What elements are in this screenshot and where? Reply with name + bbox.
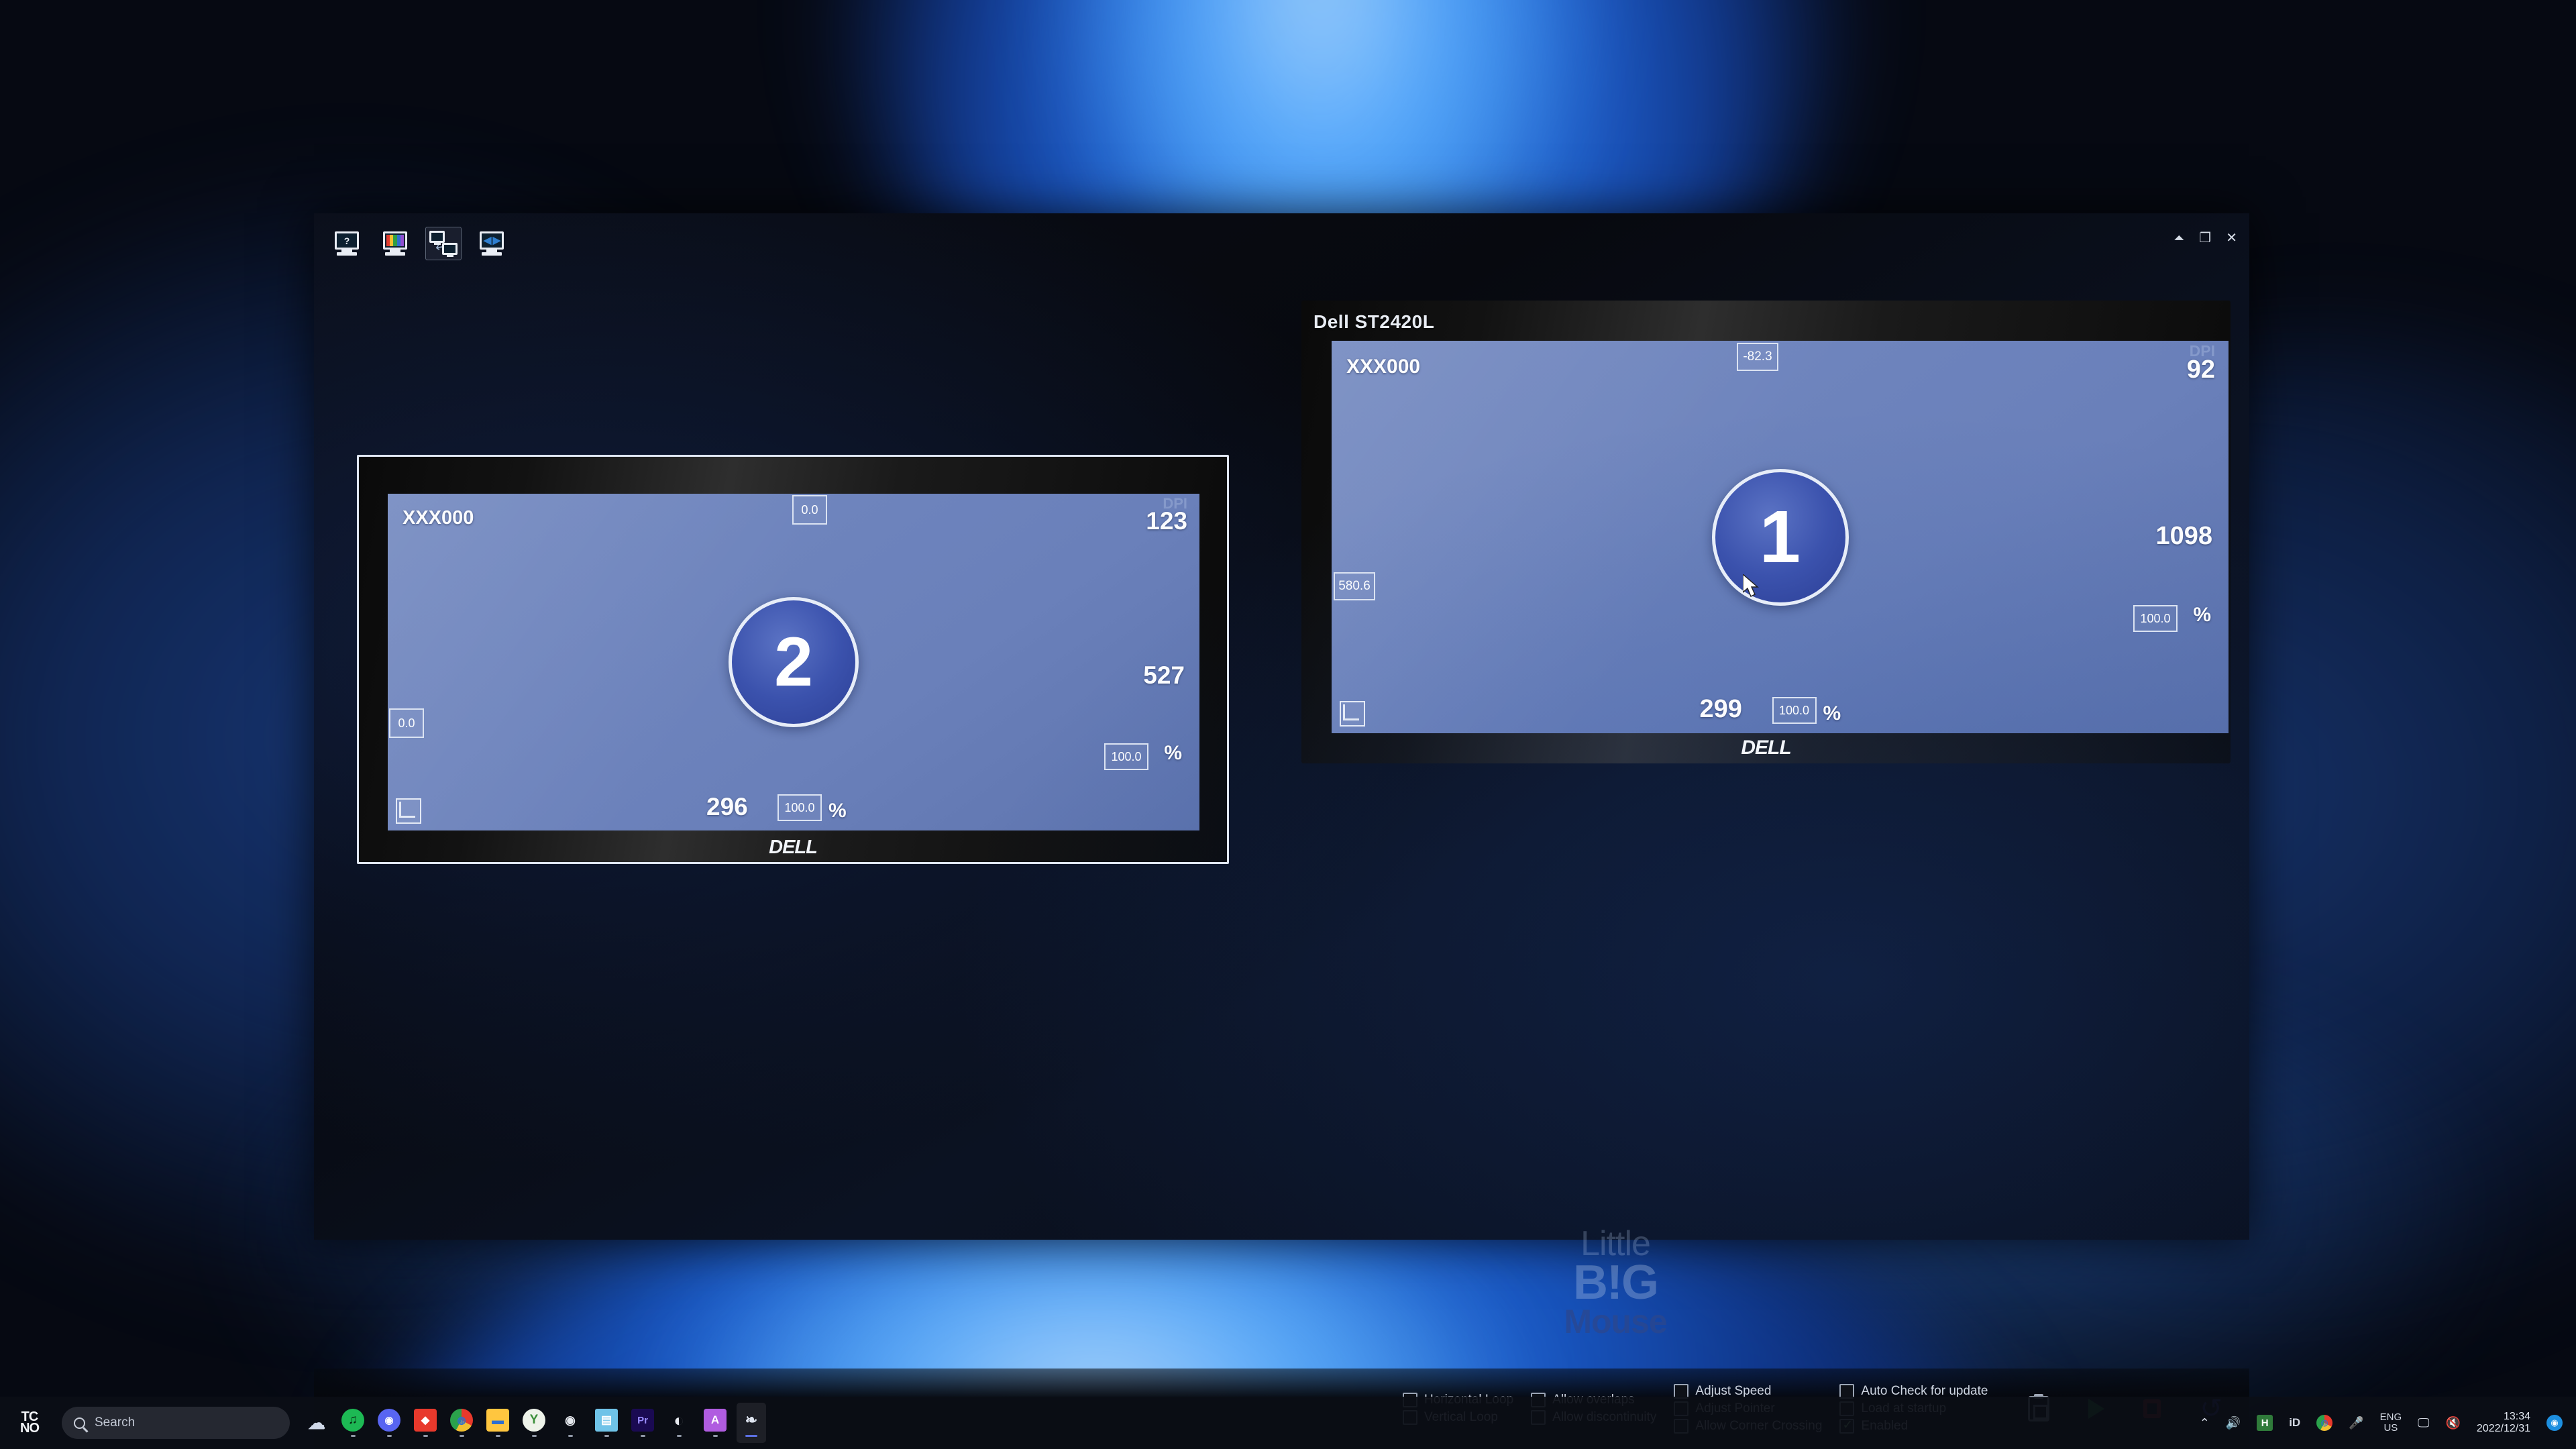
mute-icon[interactable]: 🔇 [2446, 1416, 2461, 1430]
toolbar-monitor-sides-button[interactable]: ◀ ▶ [474, 227, 510, 260]
main-toolbar: ? ↙ ◀ ▶ [329, 227, 510, 260]
search-icon [74, 1417, 85, 1429]
toolbar-monitor-colorbars-button[interactable] [377, 227, 413, 260]
minimize-icon[interactable]: ⏶ [2174, 231, 2184, 244]
clock-date: 2022/12/31 [2476, 1423, 2530, 1434]
opera-icon: ◐ [674, 1409, 684, 1430]
windows-taskbar: TC NO Search ☁ ♫ ◉ ◆ ◍ ▬ Y ◉ ▤ Pr ◐ A ❧ … [0, 1397, 2576, 1449]
taskbar-item-creative[interactable]: A [700, 1403, 730, 1443]
health-app-icon[interactable]: H [2257, 1415, 2273, 1431]
premiere-icon: Pr [631, 1409, 654, 1432]
close-icon[interactable]: ✕ [2226, 231, 2237, 244]
monitor-colorbars-icon [382, 231, 409, 256]
search-placeholder: Search [95, 1415, 136, 1430]
monitor-1-number-badge[interactable]: 1 [1711, 468, 1849, 606]
monitor-1-resize-handle-icon[interactable] [1340, 701, 1365, 727]
monitor-panel-1[interactable]: Dell ST2420L XXX000 DPI 92 -82.3 580.6 1… [1301, 301, 2231, 763]
monitor-1-height-value: 299 [1699, 695, 1742, 723]
notes-icon: ▤ [595, 1409, 618, 1432]
taskbar-item-opera[interactable]: ◐ [664, 1403, 694, 1443]
start-button[interactable]: TC NO [12, 1405, 47, 1440]
clock[interactable]: 13:34 2022/12/31 [2477, 1411, 2530, 1436]
monitor-2-height-percent-field[interactable]: 100.0 [777, 794, 822, 821]
creative-icon: A [704, 1409, 727, 1432]
toolbar-monitor-identify-button[interactable]: ? [329, 227, 365, 260]
monitor-1-dpi-value: 92 [2186, 356, 2215, 384]
notification-icon[interactable]: ◉ [2546, 1415, 2563, 1431]
monitor-1-height-percent-field[interactable]: 100.0 [1772, 697, 1817, 724]
monitor-2-height-percent-unit: % [828, 800, 847, 822]
monitor-2-width-value: 527 [1143, 661, 1185, 689]
shield-icon: Y [523, 1409, 545, 1432]
taskbar-item-premiere-pro[interactable]: Pr [628, 1403, 657, 1443]
spotify-icon: ♫ [341, 1409, 364, 1432]
taskbar-item-camera[interactable]: ◉ [555, 1403, 585, 1443]
taskbar-item-shield[interactable]: Y [519, 1403, 549, 1443]
start-logo-icon: TC NO [20, 1409, 40, 1436]
monitor-2-height-value: 296 [706, 793, 748, 820]
toolbar-monitor-arrange-button[interactable]: ↙ [425, 227, 462, 260]
weather-icon: ☁ [308, 1412, 325, 1433]
monitor-question-icon: ? [333, 231, 360, 256]
language-line-1: ENG [2379, 1411, 2402, 1424]
volume-icon[interactable]: 🔊 [2226, 1416, 2241, 1430]
monitor-1-top-offset-field[interactable]: -82.3 [1737, 343, 1778, 371]
monitor-1-width-value: 1098 [2155, 522, 2212, 550]
system-tray: ⌃ 🔊 H iD ◍ 🎤 ENG US 🖵 🔇 13:34 2022/12/31… [2200, 1411, 2576, 1436]
screen-cast-icon[interactable]: 🖵 [2418, 1416, 2429, 1430]
monitor-panel-2[interactable]: XXX000 DPI 123 0.0 0.0 527 100.0 % 2 296… [357, 455, 1229, 864]
language-indicator[interactable]: ENG US [2380, 1412, 2402, 1434]
id-app-icon[interactable]: iD [2289, 1416, 2300, 1430]
monitor-2-brand-logo: DELL [769, 837, 818, 858]
clock-time: 13:34 [2503, 1410, 2530, 1422]
taskbar-item-spotify[interactable]: ♫ [338, 1403, 368, 1443]
monitor-2-width-percent-field[interactable]: 100.0 [1104, 743, 1148, 770]
microphone-icon[interactable]: 🎤 [2349, 1416, 2363, 1430]
discord-icon: ◉ [378, 1409, 400, 1432]
monitor-2-left-offset-field[interactable]: 0.0 [389, 708, 424, 738]
taskbar-item-discord[interactable]: ◉ [374, 1403, 404, 1443]
show-hidden-icons-icon[interactable]: ⌃ [2200, 1416, 2210, 1430]
window-controls: ⏶ ❐ ✕ [2174, 231, 2237, 244]
chrome-icon: ◍ [450, 1409, 473, 1432]
monitor-2-resize-handle-icon[interactable] [396, 798, 421, 824]
taskbar-item-notes[interactable]: ▤ [592, 1403, 621, 1443]
monitor-arrange-icon: ↙ [429, 231, 458, 257]
monitor-1-left-offset-field[interactable]: 580.6 [1334, 572, 1375, 600]
adobe-icon: ◆ [414, 1409, 437, 1432]
taskbar-item-chrome[interactable]: ◍ [447, 1403, 476, 1443]
little-big-mouse-icon: ❧ [745, 1411, 758, 1428]
window-titlebar[interactable] [314, 213, 2249, 267]
monitor-1-height-percent-unit: % [1823, 702, 1841, 724]
monitor-1-title: Dell ST2420L [1313, 311, 1435, 332]
monitor-2-serial: XXX000 [402, 507, 474, 529]
taskbar-item-file-explorer[interactable]: ▬ [483, 1403, 513, 1443]
little-big-mouse-window: ⏶ ❐ ✕ Little B!G Mouse Dell ST2420L XXX0… [314, 213, 2249, 1338]
monitor-1-brand-logo: DELL [1741, 737, 1791, 759]
monitor-2-width-percent-unit: % [1164, 742, 1182, 764]
camera-icon: ◉ [565, 1413, 576, 1427]
taskbar-app-list: ☁ ♫ ◉ ◆ ◍ ▬ Y ◉ ▤ Pr ◐ A ❧ [302, 1403, 766, 1443]
monitor-2-top-offset-field[interactable]: 0.0 [792, 495, 827, 525]
folder-icon: ▬ [486, 1409, 509, 1432]
chrome-tray-icon[interactable]: ◍ [2316, 1415, 2333, 1431]
taskbar-item-adobe[interactable]: ◆ [411, 1403, 440, 1443]
monitor-1-width-percent-unit: % [2193, 604, 2211, 626]
monitor-sides-icon: ◀ ▶ [478, 231, 505, 256]
monitor-2-screen[interactable]: XXX000 DPI 123 0.0 0.0 527 100.0 % 2 296… [388, 494, 1199, 830]
taskbar-item-little-big-mouse[interactable]: ❧ [737, 1403, 766, 1443]
monitor-1-width-percent-field[interactable]: 100.0 [2133, 605, 2178, 632]
monitor-2-number-badge[interactable]: 2 [729, 597, 859, 727]
search-input[interactable]: Search [62, 1407, 290, 1439]
maximize-icon[interactable]: ❐ [2199, 231, 2211, 244]
monitor-1-screen[interactable]: XXX000 DPI 92 -82.3 580.6 1098 100.0 % 1… [1332, 341, 2229, 733]
taskbar-item-weather[interactable]: ☁ [302, 1403, 331, 1443]
monitor-1-serial: XXX000 [1346, 356, 1421, 378]
monitor-2-dpi-value: 123 [1146, 507, 1187, 535]
language-line-2: US [2383, 1422, 2398, 1434]
